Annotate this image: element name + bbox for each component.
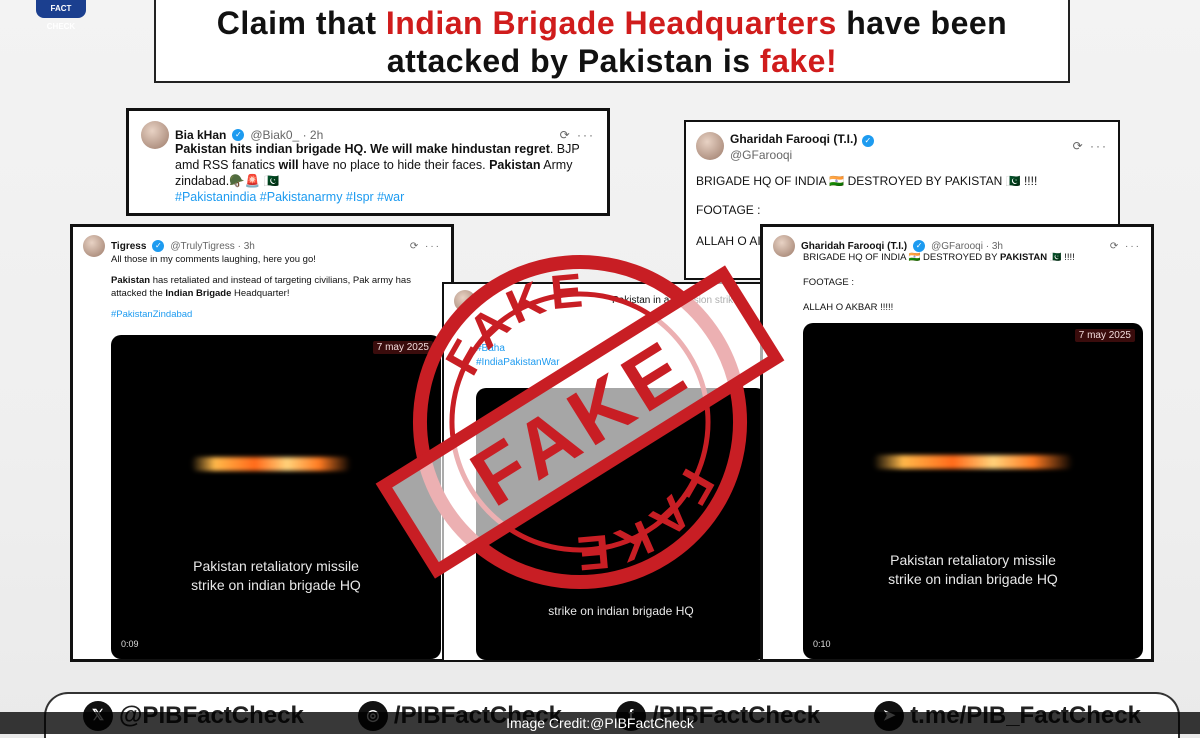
tweet-actions-icon[interactable]: ⟳ ··· [560,128,595,142]
tweet-text: ALLAH O AKBAR !!!!! [803,302,894,313]
tweet-text: amd RSS fanatics [175,158,279,172]
verified-badge-icon: ✓ [232,129,245,141]
image-credit: Image Credit:@PIBFactCheck [0,712,1200,734]
tweet-author-name: Gharidah Farooqi (T.I.) [730,132,858,146]
tweet-text: FOOTAGE : [803,277,855,288]
tweet-card-middle: Pakistan in a precision strike #Baha #In… [442,282,778,662]
tweet-text-bold: will [278,158,299,172]
avatar [83,235,105,257]
tweet-card-bia-khan: Bia kHan ✓ @Biak0_ · 2h ⟳ ··· Pakistan h… [126,108,610,216]
video-caption: strike on indian brigade HQ [548,604,694,618]
video-date-label: 7 may 2025 [372,341,433,354]
video-duration: 0:09 [121,639,139,649]
tweet-text-bold: Pakistan [111,275,151,286]
tweet-text-bold: Pakistan [489,158,541,172]
title-highlight-2: fake! [759,43,838,79]
video-caption: Pakistan retaliatory missile [890,552,1056,568]
tweet-hashtags[interactable]: #PakistanZindabad [111,308,441,321]
title-part-1: Claim that [216,5,386,41]
tweet-author-name: Bia kHan [175,128,227,142]
avatar [454,290,476,312]
avatar [696,132,724,160]
tweet-card-tigress: Tigress ✓ @TrulyTigress · 3h ⟳ ··· All t… [70,224,454,662]
tweet-hashtags[interactable]: #Pakistanindia #Pakistanarmy #Ispr #war [175,189,595,205]
pib-factcheck-logo: FACT CHECK [36,0,86,31]
tweet-text: have no place to hide their faces. [298,158,490,172]
tweet-video[interactable]: strike on indian brigade HQ [476,388,766,660]
tweet-handle: @GFarooqi [730,148,793,162]
tweet-author-name: Gharidah Farooqi (T.I.) [801,240,908,252]
tweet-text: Army [540,158,573,172]
tweet-text: BRIGADE HQ OF INDIA 🇮🇳 DESTROYED BY PAKI… [696,174,1038,188]
video-duration: 0:10 [813,639,831,649]
tweet-video[interactable]: 7 may 2025 Pakistan retaliatory missile s… [111,335,441,659]
avatar [141,121,169,149]
video-caption: strike on indian brigade HQ [888,571,1058,587]
tweet-hashtag[interactable]: #Baha [476,342,766,356]
avatar [773,235,795,257]
tweet-text: attacked the [111,288,166,299]
verified-badge-icon: ✓ [861,135,874,147]
tweet-video[interactable]: 7 may 2025 Pakistan retaliatory missile s… [803,323,1143,659]
tweet-text: BRIGADE HQ OF INDIA 🇮🇳 DESTROYED BY [803,252,1000,263]
tweet-text: . BJP [549,142,580,156]
tweet-actions-icon[interactable]: ⟳ ··· [410,241,441,252]
page-title: Claim that Indian Brigade Headquarters h… [154,0,1070,83]
tweet-text: Headquarter! [231,288,290,299]
tweet-text-bold: Indian Brigade [165,288,232,299]
tweet-text: All those in my comments laughing, here … [111,254,316,265]
tweet-handle: @TrulyTigress · 3h [170,240,255,252]
title-highlight-1: Indian Brigade Headquarters [385,5,837,41]
tweet-card-gharidah-front: Gharidah Farooqi (T.I.) ✓ @GFarooqi · 3h… [760,224,1154,662]
tweet-text: Pakistan in a precision strike [612,295,739,306]
verified-badge-icon: ✓ [152,240,165,252]
tweet-text-bold: Pakistan hits indian brigade HQ. We will… [175,142,550,156]
tweet-text: FOOTAGE : [696,203,761,217]
fire-glow [873,455,1073,469]
tweet-actions-icon[interactable]: ⟳ ··· [1073,139,1108,153]
fire-glow [191,457,351,471]
tweet-author-name: Tigress [111,240,147,252]
tweet-text: 🇵🇰 !!!! [1047,252,1075,263]
video-caption: Pakistan retaliatory missile [193,558,359,574]
video-date-label: 7 may 2025 [1074,329,1135,342]
tweet-handle: @Biak0_ · 2h [250,128,324,142]
tweet-handle: @GFarooqi · 3h [931,240,1003,252]
video-caption: strike on indian brigade HQ [191,577,361,593]
tweet-text-bold: PAKISTAN [999,252,1048,263]
logo-text: FACT CHECK [46,4,76,31]
tweet-text: zindabad.🪖🚨 🇵🇰 [175,174,280,188]
tweet-text: has retaliated and instead of targeting … [150,275,411,286]
tweet-hashtag[interactable]: #IndiaPakistanWar [476,356,766,370]
tweet-actions-icon[interactable]: ⟳ ··· [1110,241,1141,252]
